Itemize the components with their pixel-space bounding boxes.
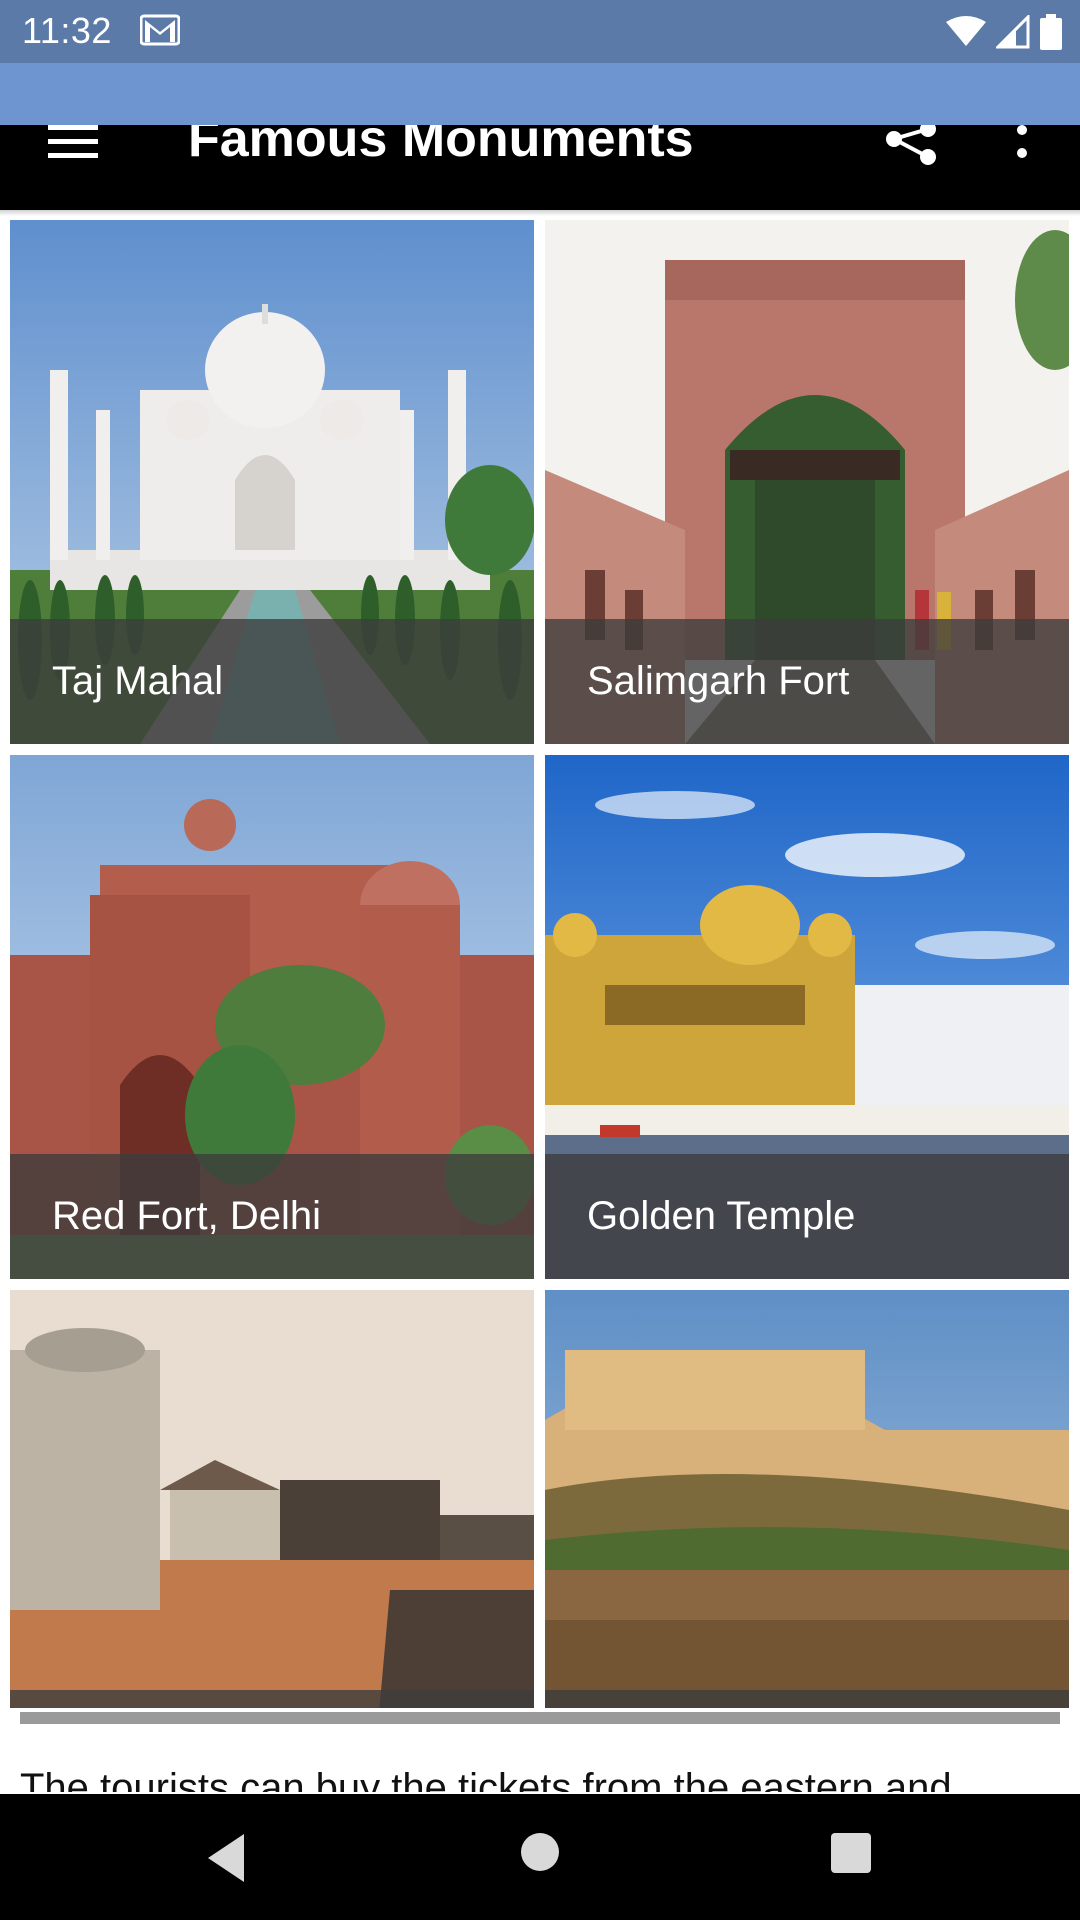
recents-square-icon[interactable] [830,1832,872,1874]
gmail-notification-icon [140,14,180,46]
monument-card-6[interactable] [545,1290,1069,1708]
monument-card-salimgarh-fort[interactable]: Salimgarh Fort [545,220,1069,744]
monument-card-5[interactable] [10,1290,534,1708]
status-bar: 11:32 [0,0,1080,63]
monument-card-golden-temple[interactable]: Golden Temple [545,755,1069,1279]
more-vertical-icon[interactable] [1010,125,1034,167]
hill-fort-image [545,1290,1069,1708]
monument-name: Golden Temple [587,1194,856,1238]
battery-icon [1040,14,1062,50]
navigation-bar [0,1794,1080,1920]
toolbar-shadow [0,210,1080,216]
share-icon[interactable] [884,125,940,167]
monument-card-red-fort[interactable]: Red Fort, Delhi [10,755,534,1279]
monument-card-taj-mahal[interactable]: Taj Mahal [10,220,534,744]
label-overlay [545,1690,1069,1708]
monument-name: Red Fort, Delhi [52,1194,321,1238]
label-overlay [10,1690,534,1708]
monument-name: Taj Mahal [52,659,224,703]
page-title: Famous Monuments [188,125,694,168]
home-circle-icon[interactable] [520,1832,560,1872]
cellular-signal-icon [996,15,1030,49]
monument-name: Salimgarh Fort [587,659,850,703]
image-underline [20,1712,1060,1724]
article-text: The tourists can buy the tickets from th… [20,1758,1060,1792]
back-triangle-icon[interactable] [204,1832,256,1884]
wifi-icon [946,16,986,46]
status-time: 11:32 [22,10,112,51]
app-header-band [0,63,1080,125]
status-icons [946,12,1062,52]
toolbar: Famous Monuments [0,125,1080,210]
article-paragraph: The tourists can buy the tickets from th… [20,1766,952,1792]
fort-lighthouse-image [10,1290,534,1708]
hamburger-menu-icon[interactable] [46,125,102,165]
